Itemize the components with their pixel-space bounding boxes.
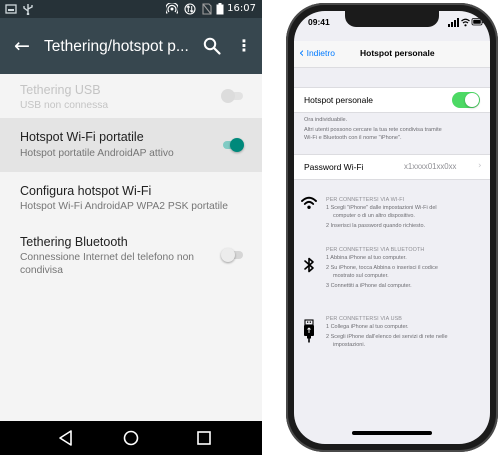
bluetooth-step: mostrato sul computer. [333, 273, 389, 279]
iphone-frame: 09:41 ‹ Indietro Hotspot personale Hotsp… [286, 3, 498, 452]
wifi-step: computer o di un altro dispositivo. [333, 213, 415, 219]
setting-bluetooth-tethering[interactable]: Tethering Bluetooth Connessione Internet… [0, 222, 262, 282]
bluetooth-step: 3 Connettiti a iPhone dal computer. [326, 283, 412, 289]
hotspot-info-line: Ora individuabile. [304, 117, 348, 123]
screenshot-icon [5, 4, 17, 14]
usb-step: impostazioni. [333, 342, 366, 348]
setting-configure-hotspot[interactable]: Configura hotspot Wi-Fi Hotspot Wi-Fi An… [0, 172, 262, 222]
hotspot-row-label: Hotspot personale [304, 95, 373, 105]
setting-subtitle: Hotspot portatile AndroidAP attivo [20, 148, 174, 159]
hotspot-info-line: Wi-Fi e Bluetooth con il nome "iPhone". [304, 135, 402, 141]
wifi-hotspot-toggle[interactable] [221, 138, 244, 152]
wifi-status-icon [461, 18, 470, 27]
usb-step: 1 Collega iPhone al tuo computer. [326, 324, 409, 330]
usb-section-heading: PER CONNETTERSI VIA USB [326, 316, 402, 322]
usb-tethering-toggle [221, 89, 243, 103]
recents-square-icon[interactable] [191, 428, 217, 448]
bluetooth-step: 2 Su iPhone, tocca Abbina o inserisci il… [326, 265, 438, 271]
home-indicator[interactable] [352, 431, 432, 435]
bluetooth-section-heading: PER CONNETTERSI VIA BLUETOOTH [326, 247, 425, 253]
setting-title: Hotspot Wi-Fi portatile [20, 130, 144, 144]
iphone-nav-bar: ‹ Indietro Hotspot personale [294, 41, 490, 68]
wifi-step: 1 Scegli "iPhone" dalle impostazioni Wi-… [326, 205, 437, 211]
setting-usb-tethering: Tethering USB USB non connessa [0, 74, 262, 118]
bluetooth-icon [304, 257, 314, 273]
iphone-status-icons [448, 18, 484, 27]
iphone-clock: 09:41 [308, 17, 330, 27]
wifi-icon [301, 196, 317, 209]
bluetooth-tethering-toggle[interactable] [221, 248, 243, 262]
wifi-section-heading: PER CONNETTERSI VIA WI-FI [326, 197, 405, 203]
battery-icon [216, 3, 224, 15]
usb-icon [23, 4, 33, 15]
android-status-bar: 16:07 [0, 0, 262, 18]
bluetooth-step: 1 Abbina iPhone al tuo computer. [326, 255, 407, 261]
no-sim-icon [202, 3, 212, 15]
setting-title: Tethering USB [20, 83, 101, 97]
hotspot-switch[interactable] [452, 92, 480, 108]
android-clock: 16:07 [227, 3, 256, 14]
setting-title: Configura hotspot Wi-Fi [20, 184, 152, 198]
back-triangle-icon[interactable] [53, 428, 79, 448]
setting-subtitle: Connessione Internet del telefono non [20, 252, 195, 263]
password-row-label: Password Wi-Fi [304, 162, 364, 172]
back-link[interactable]: ‹ Indietro [299, 46, 335, 61]
android-screen: 16:07 ← Tethering/hotspot p... ⋮ Tetheri… [0, 0, 262, 455]
battery-status-icon [471, 18, 484, 26]
usb-step: 2 Scegli iPhone dall'elenco dei servizi … [326, 334, 448, 340]
password-row[interactable]: Password Wi-Fi x1xxxx01xx0xx › [294, 154, 490, 180]
setting-subtitle: condivisa [20, 265, 63, 276]
iphone-screen: 09:41 ‹ Indietro Hotspot personale Hotsp… [294, 11, 490, 444]
toolbar-title: Tethering/hotspot p... [44, 38, 189, 55]
back-label: Indietro [306, 48, 335, 58]
setting-wifi-hotspot[interactable]: Hotspot Wi-Fi portatile Hotspot portatil… [0, 118, 262, 172]
setting-subtitle: Hotspot Wi-Fi AndroidAP WPA2 PSK portati… [20, 201, 228, 212]
hotspot-info-line: Altri utenti possono cercare la tua rete… [304, 127, 442, 133]
back-arrow-icon[interactable]: ← [8, 30, 36, 62]
iphone-notch [345, 11, 439, 27]
signal-icon [448, 18, 459, 27]
wifi-step: 2 Inserisci la password quando richiesto… [326, 223, 426, 229]
setting-title: Tethering Bluetooth [20, 235, 128, 249]
setting-subtitle: USB non connessa [20, 100, 109, 111]
hotspot-row: Hotspot personale [294, 87, 490, 113]
home-circle-icon[interactable] [118, 428, 144, 448]
android-toolbar: ← Tethering/hotspot p... ⋮ [0, 18, 262, 74]
hotspot-icon [166, 3, 178, 14]
usb-cable-icon [304, 319, 314, 343]
chevron-left-icon: ‹ [299, 46, 305, 61]
password-value: x1xxxx01xx0xx [404, 162, 457, 171]
more-vert-icon[interactable]: ⋮ [236, 33, 252, 59]
android-nav-bar [0, 421, 262, 455]
data-arrows-icon [184, 3, 196, 15]
chevron-right-icon: › [478, 161, 482, 171]
iphone-nav-title: Hotspot personale [360, 48, 435, 58]
search-icon[interactable] [200, 34, 224, 58]
